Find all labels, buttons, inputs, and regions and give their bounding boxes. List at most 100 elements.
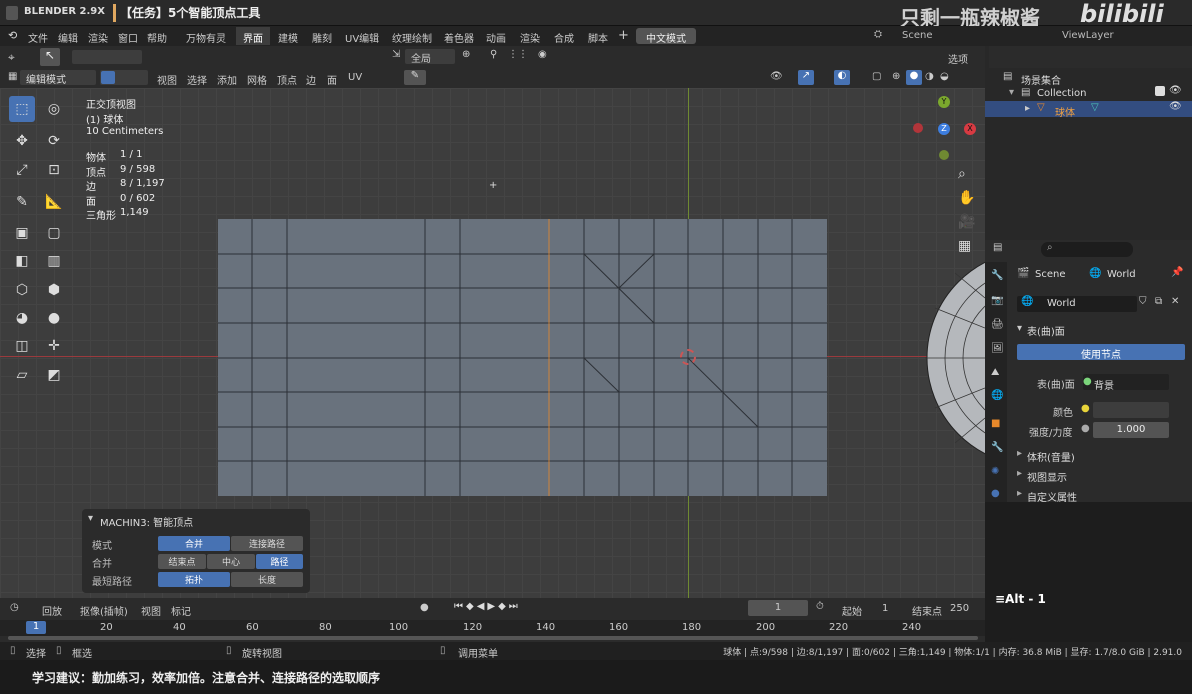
collapse-arrow-icon[interactable]: ▾ bbox=[1017, 323, 1022, 334]
zoom-icon[interactable]: ⌕ bbox=[958, 166, 966, 182]
material-shading-icon[interactable]: ◑ bbox=[925, 71, 934, 82]
tab-rendering[interactable]: 渲染 bbox=[520, 30, 540, 45]
vp-menu-add[interactable]: 添加 bbox=[217, 72, 237, 87]
render-shading-icon[interactable]: ◒ bbox=[940, 71, 949, 82]
menu-render[interactable]: 渲染 bbox=[88, 30, 108, 45]
visibility-icon[interactable]: 👁 bbox=[770, 71, 783, 82]
editor-type-icon[interactable]: ⌖ bbox=[8, 50, 15, 65]
vp-menu-view[interactable]: 视图 bbox=[157, 72, 177, 87]
record-icon[interactable]: ● bbox=[420, 602, 429, 613]
rip-tool-icon[interactable]: ◩ bbox=[41, 362, 67, 388]
blender-menu-icon[interactable]: ⟲ bbox=[8, 29, 17, 42]
world-datablock[interactable] bbox=[1017, 296, 1137, 312]
camera-icon[interactable]: 🎥 bbox=[958, 214, 975, 230]
selected-row[interactable] bbox=[985, 101, 1192, 117]
timeline-menu-view[interactable]: 视图 bbox=[141, 603, 161, 618]
timeline-menu-marker[interactable]: 标记 bbox=[171, 603, 191, 618]
vp-menu-mesh[interactable]: 网格 bbox=[247, 72, 267, 87]
snap-icon[interactable]: ⚲ bbox=[490, 49, 497, 60]
select-mode-buttons[interactable] bbox=[72, 50, 142, 64]
move-tool-icon[interactable]: ✥ bbox=[9, 128, 35, 154]
menu-window[interactable]: 窗口 bbox=[118, 30, 138, 45]
3d-cursor-icon[interactable] bbox=[680, 349, 696, 365]
scale-tool-icon[interactable]: ⤢ bbox=[9, 157, 35, 183]
breadcrumb-world[interactable]: World bbox=[1107, 269, 1136, 280]
eye-icon[interactable]: 👁 bbox=[1169, 101, 1182, 112]
option-topology[interactable]: 拓扑 bbox=[158, 572, 230, 587]
timeline-scrollbar[interactable] bbox=[8, 636, 978, 640]
option-last-vertex[interactable]: 结束点 bbox=[158, 554, 206, 569]
rotate-tool-icon[interactable]: ⟳ bbox=[41, 128, 67, 154]
tab-animation[interactable]: 动画 bbox=[486, 30, 506, 45]
solid-shading-icon[interactable]: ● bbox=[906, 70, 922, 85]
option-center[interactable]: 中心 bbox=[207, 554, 255, 569]
inset-tool-icon[interactable]: ▢ bbox=[41, 220, 67, 246]
tab-shading[interactable]: 着色器 bbox=[444, 30, 474, 45]
expand-arrow-icon[interactable]: ▸ bbox=[1017, 448, 1022, 459]
overlay-toggle-icon[interactable]: ◐ bbox=[834, 70, 850, 85]
vp-menu-edge[interactable]: 边 bbox=[306, 72, 316, 87]
measure-tool-icon[interactable]: 📐 bbox=[41, 189, 67, 215]
color-swatch[interactable] bbox=[1093, 402, 1169, 418]
options-label[interactable]: 选项 bbox=[948, 51, 968, 66]
sphere-object[interactable] bbox=[925, 248, 985, 468]
poly-build-tool-icon[interactable]: ⬢ bbox=[41, 277, 67, 303]
tab-scripting[interactable]: 脚本 bbox=[588, 30, 608, 45]
gizmo-neg-y-axis[interactable] bbox=[939, 150, 949, 160]
object-tab-icon[interactable]: ■ bbox=[991, 418, 1000, 429]
tab-compositing[interactable]: 合成 bbox=[554, 30, 574, 45]
xray-icon[interactable]: ▢ bbox=[872, 71, 881, 82]
grid-view-icon[interactable]: ▦ bbox=[958, 238, 971, 254]
expand-arrow-icon[interactable]: ▸ bbox=[1025, 103, 1030, 114]
option-merge[interactable]: 合并 bbox=[158, 536, 230, 551]
smooth-tool-icon[interactable]: ● bbox=[41, 305, 67, 331]
checkbox-icon[interactable] bbox=[1155, 86, 1165, 96]
tab-sculpting[interactable]: 雕刻 bbox=[312, 30, 332, 45]
snap-target-icon[interactable]: ⋮⋮ bbox=[508, 49, 528, 60]
mode-select[interactable]: 编辑模式 bbox=[20, 70, 96, 86]
editor-type-icon[interactable]: ◷ bbox=[10, 602, 19, 613]
vp-menu-face[interactable]: 面 bbox=[327, 72, 337, 87]
menu-edit[interactable]: 编辑 bbox=[58, 30, 78, 45]
expand-arrow-icon[interactable]: ▸ bbox=[1017, 488, 1022, 499]
collection-label[interactable]: Collection bbox=[1037, 88, 1086, 99]
duplicate-icon[interactable]: ⧉ bbox=[1155, 296, 1162, 307]
gizmo-neg-x-axis[interactable] bbox=[913, 123, 923, 133]
expand-arrow-icon[interactable]: ▾ bbox=[1009, 87, 1014, 98]
eyedropper-icon[interactable]: ✎ bbox=[404, 70, 426, 85]
output-tab-icon[interactable]: 🖨 bbox=[991, 319, 1004, 330]
tab-texture-paint[interactable]: 纹理绘制 bbox=[392, 30, 432, 45]
strength-field[interactable]: 1.000 bbox=[1093, 422, 1169, 438]
3d-viewport[interactable]: + 正交顶视图 (1) 球体 10 Centimeters 物体 1 / 1 顶… bbox=[0, 88, 985, 598]
modifier-tab-icon[interactable]: 🔧 bbox=[991, 442, 1003, 453]
scene-icon[interactable]: ⛭ bbox=[874, 29, 882, 40]
transform-tool-icon[interactable]: ⊡ bbox=[41, 157, 67, 183]
physics-tab-icon[interactable]: ● bbox=[991, 488, 1000, 499]
annotate-tool-icon[interactable]: ✎ bbox=[9, 189, 35, 215]
add-workspace-icon[interactable]: + bbox=[618, 28, 629, 43]
end-value[interactable]: 250 bbox=[950, 603, 969, 614]
view-layer-tab-icon[interactable]: 🖼 bbox=[991, 343, 1004, 354]
timeline-menu-playback[interactable]: 回放 bbox=[42, 603, 62, 618]
scene-name[interactable]: Scene bbox=[902, 30, 933, 41]
tab-layout[interactable]: 界面 bbox=[236, 27, 270, 45]
spin-tool-icon[interactable]: ◕ bbox=[9, 305, 35, 331]
surface-value[interactable]: 背景 bbox=[1094, 377, 1114, 392]
tool-tab-icon[interactable]: 🔧 bbox=[991, 270, 1003, 281]
workspace-mode-button[interactable]: 中文模式 bbox=[636, 28, 696, 45]
transform-orientation-select[interactable]: 全局 bbox=[405, 49, 455, 65]
eye-icon[interactable]: 👁 bbox=[1169, 85, 1182, 96]
tab-modeling[interactable]: 建模 bbox=[278, 30, 298, 45]
transform-orientation-icon[interactable]: ⇲ bbox=[392, 49, 400, 60]
start-value[interactable]: 1 bbox=[882, 603, 888, 614]
pivot-icon[interactable]: ⊕ bbox=[462, 49, 470, 60]
particles-tab-icon[interactable]: ✺ bbox=[991, 466, 999, 477]
breadcrumb-scene[interactable]: Scene bbox=[1035, 269, 1066, 280]
tab-workspace-0[interactable]: 万物有灵 bbox=[186, 30, 226, 45]
scene-collection-label[interactable]: 场景集合 bbox=[1021, 72, 1061, 87]
use-nodes-button[interactable]: 使用节点 bbox=[1017, 344, 1185, 361]
mode-icon[interactable]: ▦ bbox=[8, 71, 17, 82]
section-volume[interactable]: 体积(音量) bbox=[1027, 449, 1075, 464]
wireframe-shading-icon[interactable]: ⊕ bbox=[892, 71, 900, 82]
pin-icon[interactable]: 📌 bbox=[1171, 267, 1183, 278]
